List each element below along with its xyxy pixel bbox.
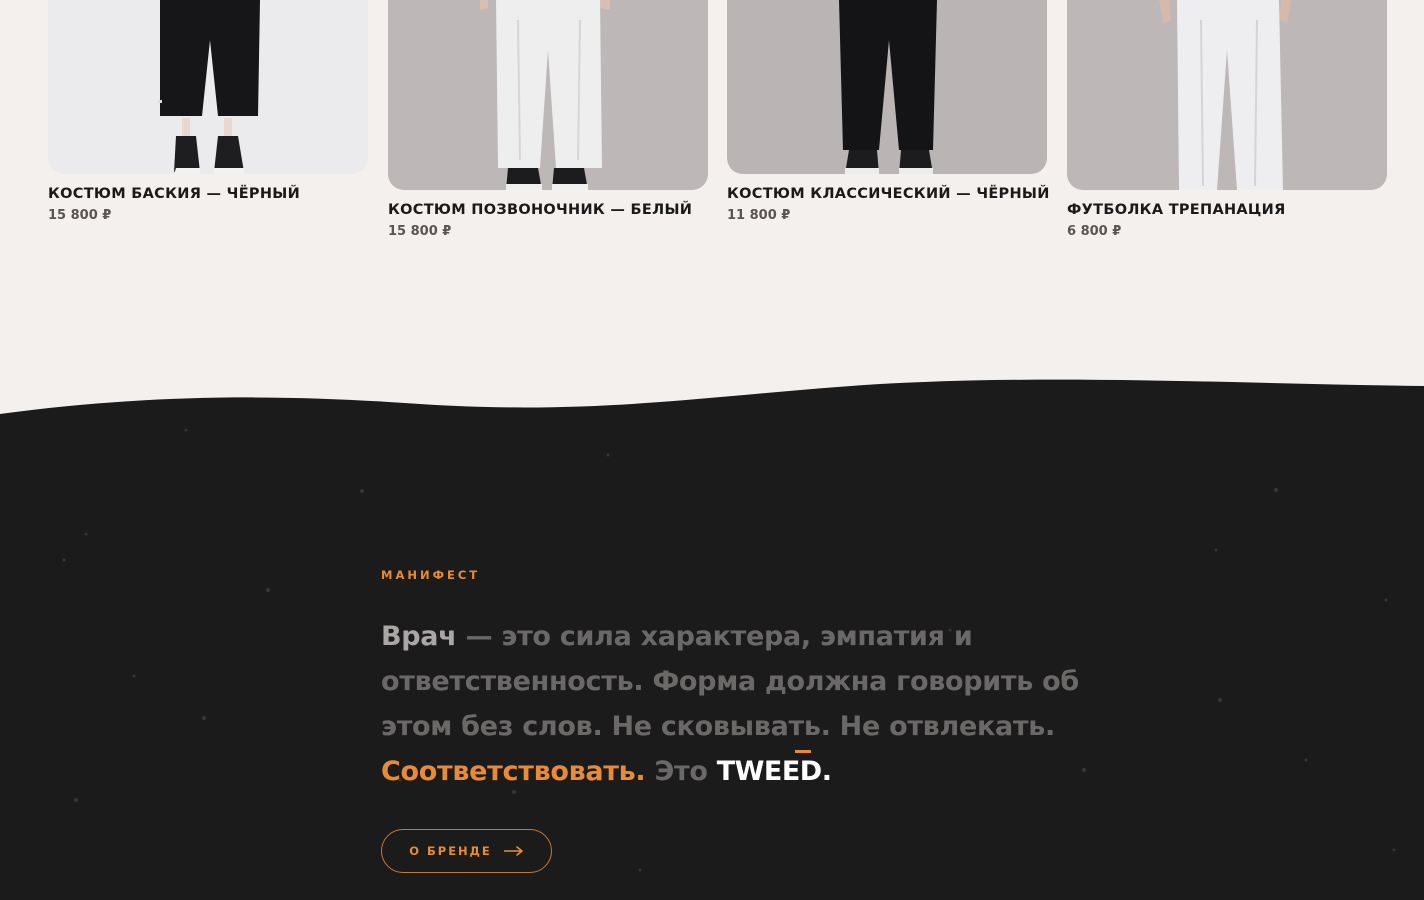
manifest-text: Врач — это сила характера, эмпатия и отв…	[381, 614, 1081, 794]
manifest-block: МАНИФЕСТ Врач — это сила характера, эмпа…	[381, 568, 1081, 794]
section-wave-divider	[0, 379, 1424, 450]
product-card[interactable]: КОСТЮМ КЛАССИЧЕСКИЙ — ЧЁРНЫЙ 11 800 ₽	[727, 0, 1049, 223]
manifest-body: — это сила характера, эмпатия и ответств…	[381, 621, 1079, 742]
product-name[interactable]: КОСТЮМ БАСКИЯ — ЧЁРНЫЙ	[48, 186, 368, 202]
page: КОСТЮМ БАСКИЯ — ЧЁРНЫЙ 15 800 ₽ КОСТЮМ П…	[0, 0, 1424, 900]
manifest-tail: Это	[645, 756, 717, 787]
arrow-right-icon	[503, 846, 523, 856]
product-name[interactable]: КОСТЮМ КЛАССИЧЕСКИЙ — ЧЁРНЫЙ	[727, 186, 1049, 202]
manifest-lead: Врач	[381, 621, 457, 652]
product-price: 15 800 ₽	[388, 224, 452, 239]
product-price: 6 800 ₽	[1067, 224, 1122, 239]
brand-text: TWEED.	[716, 756, 832, 787]
product-price: 15 800 ₽	[48, 208, 112, 223]
brand-name: TWEED.	[716, 750, 832, 787]
product-photo[interactable]	[727, 0, 1047, 174]
manifest-label: МАНИФЕСТ	[381, 568, 481, 582]
product-price: 11 800 ₽	[727, 208, 791, 223]
product-photo[interactable]	[388, 0, 708, 190]
product-name[interactable]: КОСТЮМ ПОЗВОНОЧНИК — БЕЛЫЙ	[388, 202, 708, 218]
manifest-accent: Соответствовать.	[381, 756, 646, 787]
product-name[interactable]: ФУТБОЛКА ТРЕПАНАЦИЯ	[1067, 202, 1387, 218]
brand-accent-bar	[794, 750, 811, 753]
product-photo[interactable]	[48, 0, 368, 174]
about-brand-label: О БРЕНДЕ	[409, 844, 492, 858]
product-card[interactable]: КОСТЮМ ПОЗВОНОЧНИК — БЕЛЫЙ 15 800 ₽	[388, 0, 708, 239]
product-photo[interactable]	[1067, 0, 1387, 190]
product-card[interactable]: ФУТБОЛКА ТРЕПАНАЦИЯ 6 800 ₽	[1067, 0, 1387, 239]
product-grid: КОСТЮМ БАСКИЯ — ЧЁРНЫЙ 15 800 ₽ КОСТЮМ П…	[0, 0, 1424, 420]
about-brand-button[interactable]: О БРЕНДЕ	[381, 829, 552, 873]
product-card[interactable]: КОСТЮМ БАСКИЯ — ЧЁРНЫЙ 15 800 ₽	[48, 0, 368, 223]
